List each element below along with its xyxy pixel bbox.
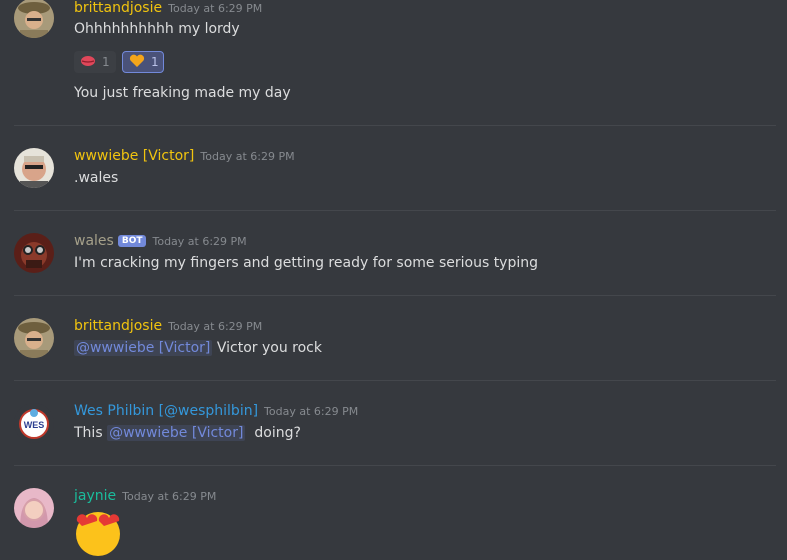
- message-text-after: Victor you rock: [212, 340, 322, 356]
- reactions-bar: 1 1: [0, 51, 787, 73]
- message-text: Ohhhhhhhhhh my lordy: [74, 21, 240, 37]
- avatar-jaynie[interactable]: [14, 488, 54, 528]
- bot-badge: BOT: [117, 235, 147, 247]
- divider: [14, 465, 776, 466]
- message-text-before: This: [74, 425, 108, 441]
- username[interactable]: wales BOT Today at 6:29 PM: [74, 233, 247, 249]
- user-mention[interactable]: @wwwiebe [Victor]: [74, 340, 213, 356]
- avatar-brittandjosie[interactable]: [14, 318, 54, 358]
- lips-icon: [80, 54, 96, 71]
- timestamp: Today at 6:29 PM: [264, 405, 359, 418]
- username-text[interactable]: wales: [74, 233, 114, 249]
- divider: [14, 295, 776, 296]
- svg-text:WES: WES: [24, 420, 45, 430]
- timestamp: Today at 6:29 PM: [152, 235, 247, 248]
- message-text: @wwwiebe [Victor] Victor you rock: [74, 340, 322, 356]
- user-mention[interactable]: @wwwiebe [Victor]: [107, 425, 246, 441]
- divider: [14, 380, 776, 381]
- timestamp: Today at 6:29 PM: [200, 150, 295, 163]
- username-text[interactable]: jaynie: [74, 488, 116, 504]
- avatar-wes-philbin[interactable]: WES: [14, 403, 54, 443]
- username[interactable]: Wes Philbin [@wesphilbin] Today at 6:29 P…: [74, 403, 358, 419]
- avatar-wales[interactable]: [14, 233, 54, 273]
- avatar-brittandjosie[interactable]: [14, 0, 54, 38]
- divider: [14, 210, 776, 211]
- reaction-count: 1: [151, 55, 159, 69]
- reaction-count: 1: [102, 55, 110, 69]
- timestamp: Today at 6:29 PM: [122, 490, 217, 503]
- username-text[interactable]: brittandjosie: [74, 318, 162, 334]
- message-text: You just freaking made my day: [74, 85, 291, 101]
- username[interactable]: wwwiebe [Victor] Today at 6:29 PM: [74, 148, 295, 164]
- username[interactable]: brittandjosie Today at 6:29 PM: [74, 0, 262, 16]
- username-text[interactable]: brittandjosie: [74, 0, 162, 16]
- username[interactable]: brittandjosie Today at 6:29 PM: [74, 318, 262, 334]
- message-text: .wales: [74, 170, 119, 186]
- divider: [14, 125, 776, 126]
- username[interactable]: jaynie Today at 6:29 PM: [74, 488, 216, 504]
- reaction-lips[interactable]: 1: [74, 51, 116, 73]
- orange-heart-icon: [129, 54, 145, 71]
- username-text[interactable]: wwwiebe [Victor]: [74, 148, 194, 164]
- message-text: This @wwwiebe [Victor] doing?: [74, 425, 301, 441]
- timestamp: Today at 6:29 PM: [168, 2, 263, 15]
- avatar-wwwiebe[interactable]: [14, 148, 54, 188]
- reaction-orange-heart[interactable]: 1: [122, 51, 164, 73]
- username-text[interactable]: Wes Philbin [@wesphilbin]: [74, 403, 258, 419]
- heart-eyes-emoji: [74, 508, 122, 556]
- timestamp: Today at 6:29 PM: [168, 320, 263, 333]
- message-text-after: doing?: [245, 425, 301, 441]
- message-text: I'm cracking my fingers and getting read…: [74, 255, 539, 271]
